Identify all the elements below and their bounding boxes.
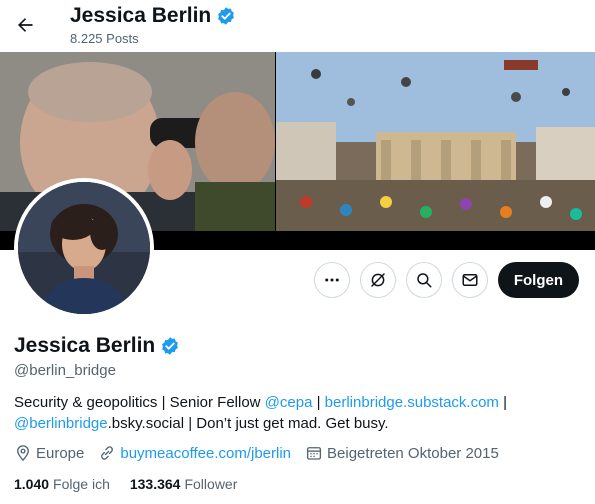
followers-count: 133.364 (129, 476, 181, 492)
location-item: Europe (14, 444, 84, 462)
grok-button[interactable] (359, 262, 396, 298)
more-button[interactable] (313, 262, 350, 298)
more-icon (325, 278, 339, 282)
profile-meta: Europe buymeacoffee.com/jberlin Beigetre… (14, 444, 513, 462)
website-item: buymeacoffee.com/jberlin (98, 444, 291, 462)
topbar-name-text: Jessica Berlin (70, 4, 212, 27)
message-icon (462, 274, 478, 286)
banner-photo-right (276, 52, 595, 231)
search-button[interactable] (405, 262, 442, 298)
profile-name-text: Jessica Berlin (14, 334, 156, 357)
verified-badge-icon (218, 7, 235, 25)
location-text: Europe (36, 444, 85, 462)
back-button[interactable] (8, 8, 42, 42)
message-button[interactable] (451, 262, 488, 298)
follow-button[interactable]: Folgen (497, 262, 579, 298)
search-icon (417, 273, 432, 288)
profile-bio: Security & geopolitics | Senior Fellow @… (14, 392, 574, 434)
bsky-mention-link[interactable]: @berlinbridge (14, 415, 108, 432)
location-icon (17, 445, 29, 462)
grok-icon (371, 273, 385, 287)
followers-label: Follower (184, 476, 238, 492)
joined-text: Beigetreten Oktober 2015 (327, 444, 499, 462)
substack-link[interactable]: berlinbridge.substack.com (325, 394, 499, 411)
profile-handle: @berlin_bridge (14, 362, 116, 379)
profile-name: Jessica Berlin (14, 334, 180, 358)
post-count: 8.225 Posts (70, 31, 139, 46)
following-label: Folge ich (53, 476, 110, 492)
joined-item: Beigetreten Oktober 2015 (305, 444, 499, 462)
bio-separator: | (498, 394, 508, 411)
follow-stats: 1.040 Folge ich 133.364 Follower (14, 476, 257, 492)
website-link[interactable]: buymeacoffee.com/jberlin (120, 445, 291, 462)
verified-badge-icon[interactable] (160, 336, 180, 356)
profile-actions: Folgen (313, 262, 579, 298)
following-link[interactable]: 1.040 Folge ich (14, 476, 110, 492)
back-arrow-icon (18, 18, 33, 32)
profile-topbar: Jessica Berlin 8.225 Posts (0, 0, 595, 52)
bio-text: Security & geopolitics | Senior Fellow (14, 394, 265, 411)
link-icon (101, 446, 114, 460)
calendar-icon (306, 447, 322, 460)
topbar-title: Jessica Berlin (70, 4, 236, 28)
following-count: 1.040 (14, 476, 50, 492)
avatar[interactable] (14, 178, 154, 318)
followers-link[interactable]: 133.364 Follower (130, 476, 238, 492)
mention-cepa-link[interactable]: @cepa (265, 394, 313, 411)
bio-separator: | (312, 394, 325, 411)
bio-text-tail: .bsky.social | Don’t just get mad. Get b… (107, 415, 389, 432)
